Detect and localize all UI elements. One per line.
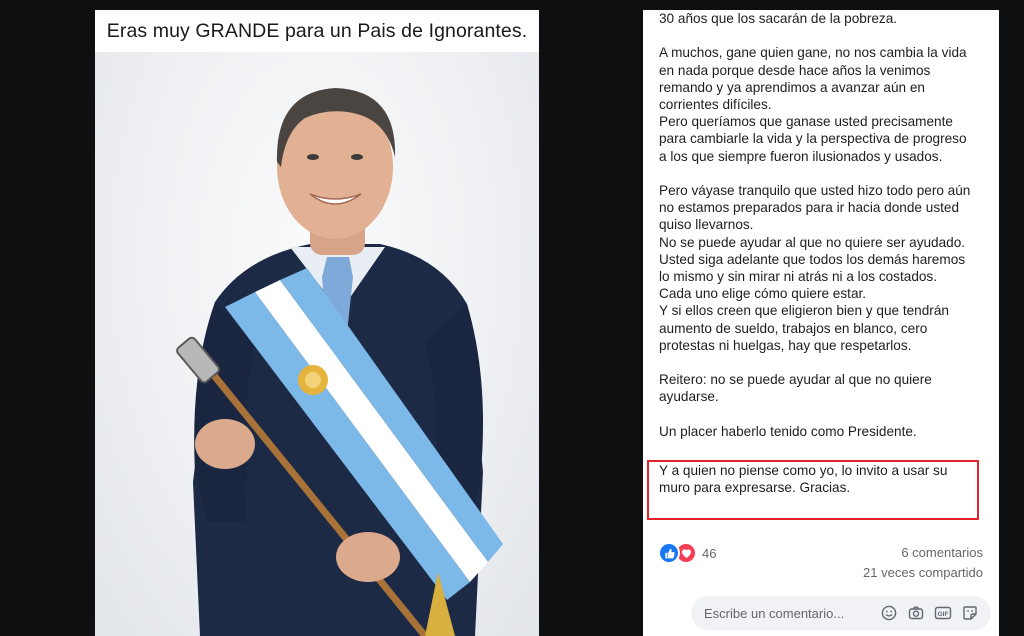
shares-count-link[interactable]: 21 veces compartido (863, 565, 983, 580)
post-line: Pero queríamos que ganase usted precisam… (659, 114, 953, 130)
highlighted-line: Y a quien no piense como yo, lo invito a… (659, 463, 948, 478)
post-line: lo mismo y sin mirar ni atrás ni a los c… (659, 269, 938, 285)
left-hand (195, 419, 255, 469)
gif-icon[interactable]: GIF (934, 604, 952, 622)
post-card: 30 años que los sacarán de la pobreza. A… (643, 10, 999, 636)
portrait-photo (95, 52, 539, 636)
post-line: No se puede ayudar al que no quiere ser … (659, 234, 966, 250)
like-icon (658, 542, 680, 564)
post-line: a los que siempre fueron ilusionados y u… (659, 148, 943, 164)
post-line: quiso llevarnos. (659, 217, 754, 233)
comment-placeholder: Escribe un comentario... (704, 605, 845, 621)
emoji-icon[interactable] (880, 604, 898, 622)
camera-icon[interactable] (907, 604, 925, 622)
post-line: protestas ni huelgas, hay que respetarlo… (659, 337, 912, 353)
post-line: ayudarse. (659, 389, 719, 405)
post-line: corrientes difíciles. (659, 97, 772, 112)
post-line: en nada porque desde hace años la venimo… (659, 62, 931, 78)
highlighted-line: muro para expresarse. Gracias. (659, 480, 851, 496)
post-line: Reitero: no se puede ayudar al que no qu… (659, 372, 932, 388)
post-line: no estamos preparados para ir hacia dond… (659, 200, 960, 216)
right-hand (336, 532, 400, 582)
post-line: Usted siga adelante que todos los demás … (659, 251, 966, 267)
comments-count-link[interactable]: 6 comentarios (901, 545, 983, 560)
post-line: para cambiarle la vida y la perspectiva … (659, 131, 967, 147)
reactions-summary[interactable]: 46 (658, 542, 716, 564)
highlighted-text: Y a quien no piense como yo, lo invito a… (659, 462, 979, 496)
post-line: aumento de sueldo, trabajos en blanco, c… (659, 320, 928, 336)
post-line: Pero váyase tranquilo que usted hizo tod… (659, 183, 971, 198)
reactions-count: 46 (702, 545, 717, 561)
sticker-icon[interactable] (961, 604, 979, 622)
post-line: Y si ellos creen que eligieron bien y qu… (659, 303, 949, 319)
post-body: 30 años que los sacarán de la pobreza. A… (659, 10, 989, 440)
post-line: remando y ya aprendimos a avanzar aún en (659, 79, 925, 95)
post-line: Cada uno elige cómo quiere estar. (659, 286, 867, 302)
comment-tools: GIF (880, 604, 979, 622)
meme-caption: Eras muy GRANDE para un Pais de Ignorant… (95, 10, 539, 52)
meme-image-card[interactable]: Eras muy GRANDE para un Pais de Ignorant… (95, 10, 539, 636)
post-line: Un placer haberlo tenido como Presidente… (659, 423, 917, 439)
post-line: 30 años que los sacarán de la pobreza. (659, 11, 898, 26)
comment-input[interactable]: Escribe un comentario... GIF (691, 596, 991, 630)
post-line: A muchos, gane quien gane, no nos cambia… (659, 45, 967, 61)
svg-text:GIF: GIF (938, 611, 949, 618)
